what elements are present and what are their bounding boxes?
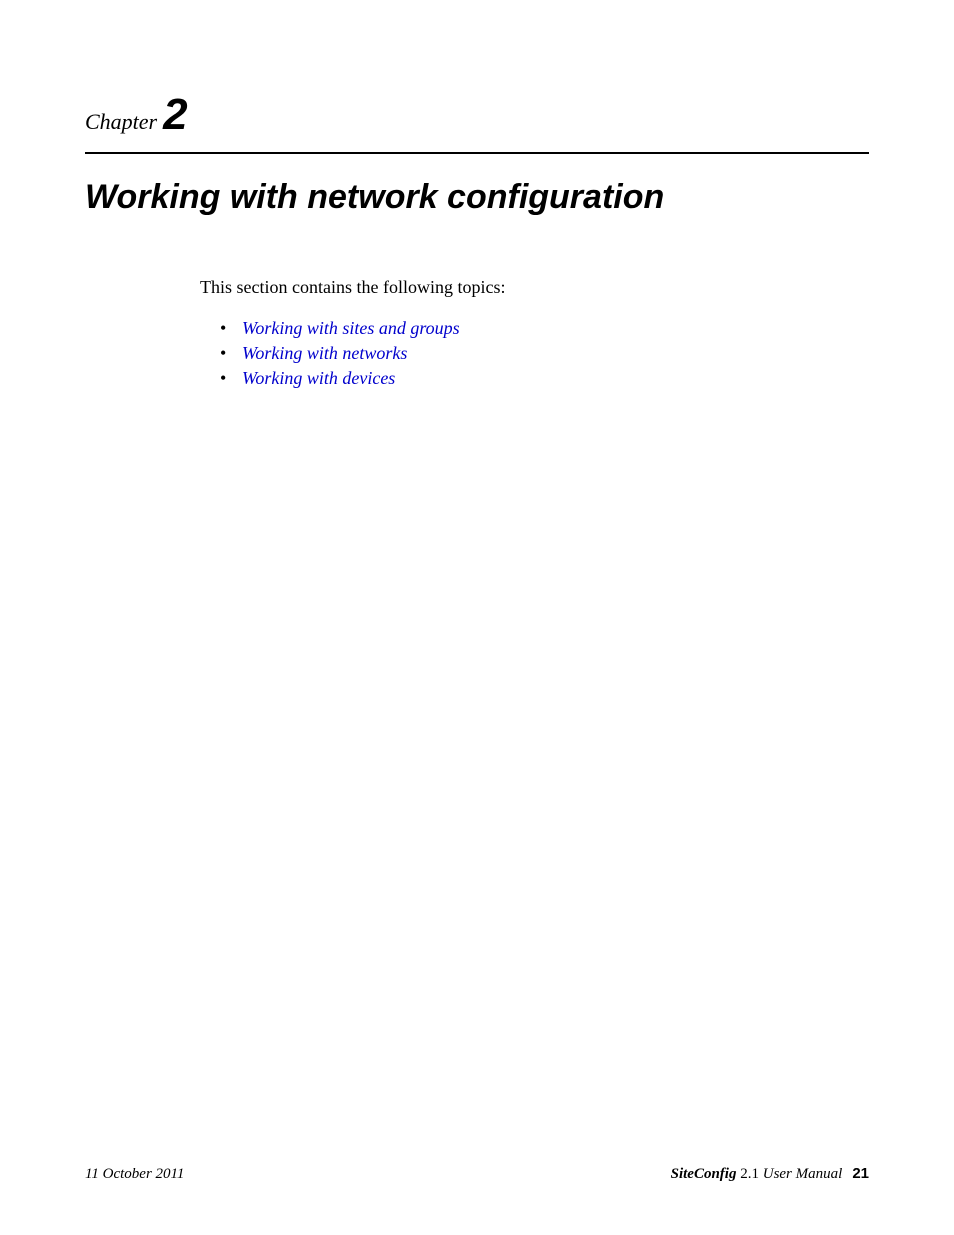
- page-footer: 11 October 2011 SiteConfig 2.1 User Manu…: [85, 1165, 869, 1183]
- chapter-number: 2: [163, 90, 187, 140]
- topic-link-networks[interactable]: Working with networks: [242, 343, 407, 363]
- footer-right: SiteConfig 2.1 User Manual 21: [671, 1165, 869, 1183]
- chapter-header: Chapter 2: [85, 90, 869, 140]
- footer-product: SiteConfig: [671, 1166, 737, 1182]
- page-title: Working with network configuration: [85, 178, 869, 217]
- list-item: Working with networks: [220, 341, 869, 366]
- footer-page-number: 21: [852, 1165, 869, 1182]
- intro-text: This section contains the following topi…: [200, 277, 869, 298]
- page-content: Chapter 2 Working with network configura…: [0, 0, 954, 392]
- chapter-label: Chapter: [85, 109, 157, 135]
- footer-date: 11 October 2011: [85, 1166, 184, 1183]
- footer-version: 2.1: [740, 1166, 759, 1182]
- footer-manual: User Manual: [763, 1166, 843, 1182]
- topic-link-devices[interactable]: Working with devices: [242, 368, 395, 388]
- topic-link-sites-groups[interactable]: Working with sites and groups: [242, 318, 460, 338]
- topic-list: Working with sites and groups Working wi…: [220, 316, 869, 392]
- list-item: Working with devices: [220, 366, 869, 391]
- list-item: Working with sites and groups: [220, 316, 869, 341]
- divider: [85, 152, 869, 154]
